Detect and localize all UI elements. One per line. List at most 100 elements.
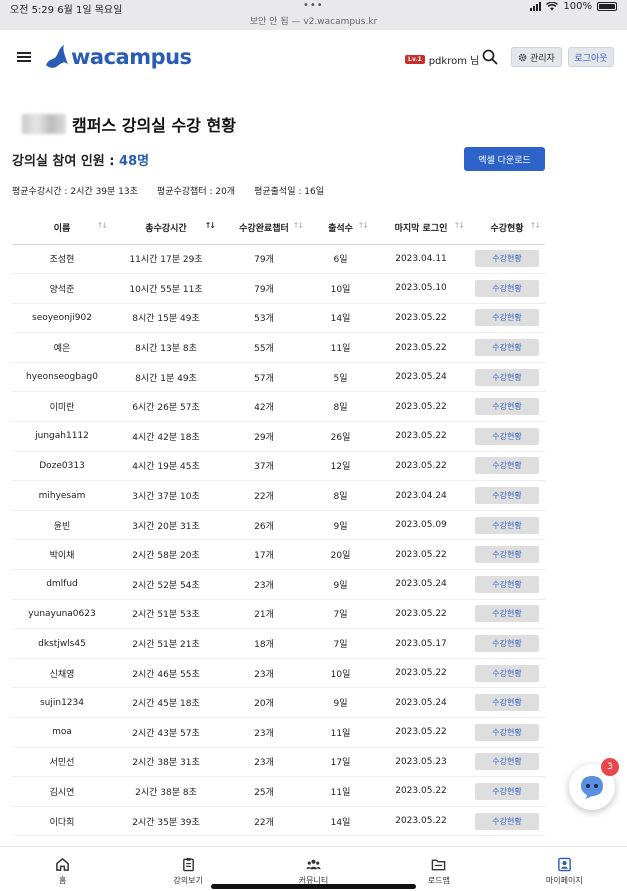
table-row: Doze0313 4시간 19분 45초 37개 12일 2023.05.22 수강현황: [12, 451, 545, 482]
view-status-button[interactable]: 수강현황: [475, 635, 539, 653]
wifi-icon: [546, 2, 559, 11]
cell-name: 이다희: [12, 806, 112, 837]
cell-last-login: 2023.05.23: [373, 747, 469, 778]
table-row: 조성현 11시간 17분 29초 79개 6일 2023.04.11 수강현황: [12, 244, 545, 275]
app-header: wacampus Lv.1 pdkrom 님 관리자 로그아웃: [0, 30, 627, 86]
cell-total-time: 10시간 55분 11초: [112, 273, 220, 304]
logo[interactable]: wacampus: [44, 43, 192, 71]
cell-status: 수강현황: [469, 510, 545, 541]
cell-attendance: 9일: [308, 510, 373, 541]
cell-name: 예은: [12, 332, 112, 363]
view-status-button[interactable]: 수강현황: [475, 487, 539, 505]
cell-name: jungah1112: [12, 421, 112, 452]
view-status-button[interactable]: 수강현황: [475, 753, 539, 771]
table-row: 윤빈 3시간 20분 31초 26개 9일 2023.05.09 수강현황: [12, 510, 545, 541]
view-status-button[interactable]: 수강현황: [475, 457, 539, 475]
cell-status: 수강현황: [469, 362, 545, 393]
logout-button[interactable]: 로그아웃: [568, 47, 614, 67]
view-status-button[interactable]: 수강현황: [475, 339, 539, 357]
excel-download-button[interactable]: 엑셀 다운로드: [464, 147, 545, 171]
cell-last-login: 2023.05.09: [373, 510, 469, 541]
view-status-button[interactable]: 수강현황: [475, 309, 539, 327]
browser-url[interactable]: 보안 안 됨 — v2.wacampus.kr: [0, 14, 627, 27]
cell-last-login: 2023.04.24: [373, 480, 469, 511]
cell-name: 양석준: [12, 273, 112, 304]
more-dots-icon[interactable]: •••: [303, 0, 324, 11]
table-row: dkstjwls45 2시간 51분 21초 18개 7일 2023.05.17 수강현황: [12, 628, 545, 659]
chat-notification-badge: 3: [601, 758, 619, 776]
nav-label-lectures: 강의보기: [173, 876, 203, 885]
cell-last-login: 2023.05.24: [373, 687, 469, 718]
search-icon[interactable]: [482, 49, 498, 65]
cell-chapters: 79개: [220, 273, 308, 304]
cell-chapters: 55개: [220, 332, 308, 363]
cell-total-time: 2시간 58분 20초: [112, 539, 220, 571]
view-status-button[interactable]: 수강현황: [475, 546, 539, 564]
column-header-status[interactable]: 수강현황 ↑↓: [469, 212, 545, 245]
view-status-button[interactable]: 수강현황: [475, 250, 539, 268]
cell-total-time: 2시간 52분 54초: [112, 569, 220, 600]
view-status-button[interactable]: 수강현황: [475, 694, 539, 712]
logo-text: wacampus: [71, 45, 192, 69]
cell-total-time: 2시간 38분 31초: [112, 747, 220, 778]
sort-icon[interactable]: ↑↓: [454, 221, 465, 230]
column-header-attendance[interactable]: 출석수 ↑↓: [308, 212, 373, 245]
cell-attendance: 6일: [308, 244, 373, 275]
cell-status: 수강현황: [469, 747, 545, 778]
hamburger-menu-icon[interactable]: [17, 52, 31, 62]
table-row: mihyesam 3시간 37분 10초 22개 8일 2023.04.24 수강현황: [12, 480, 545, 511]
cell-chapters: 37개: [220, 451, 308, 482]
view-status-button[interactable]: 수강현황: [475, 575, 539, 593]
column-header-last-login[interactable]: 마지막 로그인 ↑↓: [373, 212, 469, 245]
wacampus-logo-icon: [46, 45, 68, 68]
cell-status: 수강현황: [469, 244, 545, 275]
sort-icon[interactable]: ↑↓: [358, 221, 369, 230]
cell-last-login: 2023.05.22: [373, 332, 469, 363]
cell-name: dmlfud: [12, 569, 112, 600]
cell-attendance: 10일: [308, 658, 373, 689]
view-status-button[interactable]: 수강현황: [475, 516, 539, 534]
view-status-button[interactable]: 수강현황: [475, 605, 539, 623]
cell-status: 수강현황: [469, 658, 545, 689]
sort-icon[interactable]: ↑↓: [293, 221, 304, 230]
column-header-chapters[interactable]: 수강완료챕터 ↑↓: [220, 212, 308, 245]
column-header-name[interactable]: 이름 ↑↓: [12, 212, 112, 245]
average-stats: 평균수강시간 : 2시간 39분 13초 평균수강챕터 : 20개 평균출석일 …: [12, 184, 324, 197]
view-status-button[interactable]: 수강현황: [475, 664, 539, 682]
table-row: 이미란 6시간 26분 57초 42개 8일 2023.05.22 수강현황: [12, 391, 545, 423]
gear-icon: [518, 53, 527, 61]
table-header-row: 이름 ↑↓ 총수강시간 ↑↓ 수강완료챕터 ↑↓ 출석수 ↑↓ 마지막 로그인 ↑↓ 수강…: [12, 212, 545, 245]
sort-desc-icon[interactable]: ↑↓: [205, 221, 216, 230]
view-status-button[interactable]: 수강현황: [475, 782, 539, 800]
cell-chapters: 22개: [220, 806, 308, 837]
cell-status: 수강현황: [469, 391, 545, 423]
cell-status: 수강현황: [469, 628, 545, 659]
view-status-button[interactable]: 수강현황: [475, 427, 539, 445]
view-status-button[interactable]: 수강현황: [475, 368, 539, 386]
sort-icon[interactable]: ↑↓: [97, 221, 108, 230]
view-status-button[interactable]: 수강현황: [475, 398, 539, 416]
cell-name: 조성현: [12, 244, 112, 275]
cell-last-login: 2023.05.22: [373, 717, 469, 748]
cell-name: 박이채: [12, 539, 112, 571]
column-header-total-time[interactable]: 총수강시간 ↑↓: [112, 212, 220, 245]
table-row: hyeonseogbag0 8시간 1분 49초 57개 5일 2023.05.24 수강…: [12, 362, 545, 393]
cell-chapters: 17개: [220, 539, 308, 571]
table-row: 이다희 2시간 35분 39초 22개 14일 2023.05.22 수강현황: [12, 806, 545, 837]
admin-button[interactable]: 관리자: [511, 47, 562, 67]
view-status-button[interactable]: 수강현황: [475, 723, 539, 741]
view-status-button[interactable]: 수강현황: [475, 812, 539, 830]
status-bar: 오전 5:29 6월 1일 목요일 ••• 보안 안 됨 — v2.wacamp…: [0, 0, 627, 30]
user-info[interactable]: Lv.1 pdkrom 님: [405, 52, 479, 67]
nav-label-roadmap: 로드맵: [427, 876, 450, 885]
cell-last-login: 2023.05.22: [373, 421, 469, 452]
cell-last-login: 2023.04.11: [373, 244, 469, 275]
sort-icon[interactable]: ↑↓: [530, 221, 541, 230]
cell-chapters: 26개: [220, 510, 308, 541]
nav-item-home[interactable]: 홈: [0, 847, 125, 891]
cell-total-time: 2시간 51분 21초: [112, 628, 220, 659]
cell-chapters: 23개: [220, 747, 308, 778]
cell-total-time: 6시간 26분 57초: [112, 391, 220, 423]
view-status-button[interactable]: 수강현황: [475, 279, 539, 297]
nav-item-mypage[interactable]: 마이페이지: [502, 847, 627, 891]
